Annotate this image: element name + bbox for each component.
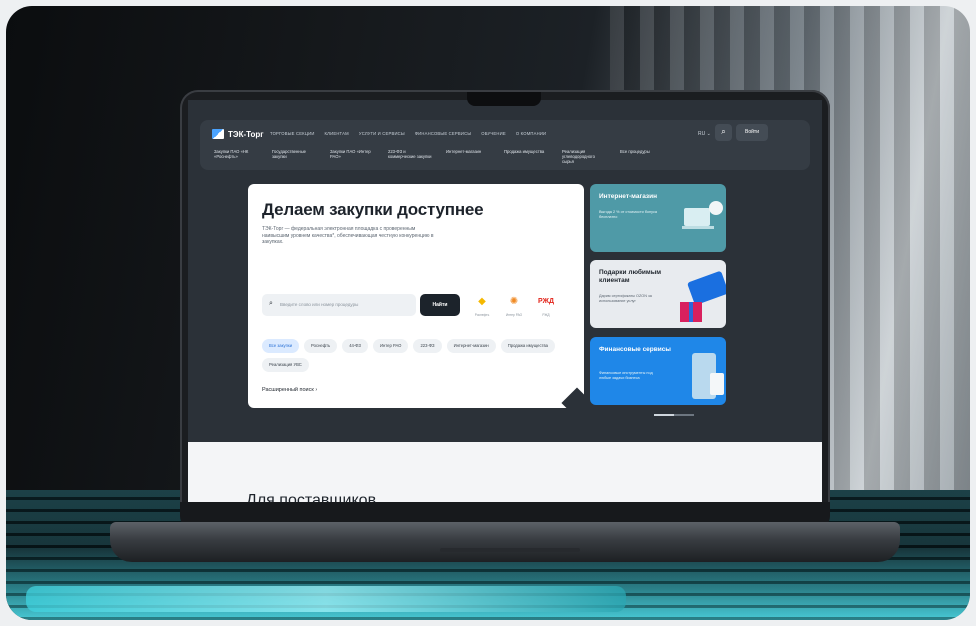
top-nav-item[interactable]: О компании — [516, 131, 546, 136]
card-subtitle: Дарим сертификаты OZON за использование … — [599, 294, 652, 303]
card-title: Интернет-магазин — [599, 193, 658, 200]
search-placeholder: Введите слово или номер процедуры — [280, 302, 359, 307]
advanced-search-link[interactable]: Расширенный поиск › — [262, 387, 317, 393]
chip[interactable]: 223-ФЗ — [413, 339, 442, 353]
search-input[interactable]: ⌕ Введите слово или номер процедуры — [262, 294, 416, 316]
sub-nav: Закупки ПАО «НК «Роснефть» Государственн… — [214, 149, 664, 164]
partner-inter-rao[interactable]: ✺ Интер РАО — [502, 294, 526, 317]
logo-text: ТЭК-Торг — [228, 129, 264, 139]
camera-notch — [467, 92, 541, 106]
top-nav-item[interactable]: Торговые секции — [270, 131, 315, 136]
laptop-screen: ТЭК-Торг Торговые секции Клиентам Услуги… — [188, 100, 822, 502]
partner-label: Роснефть — [474, 313, 490, 317]
chip-all[interactable]: Все закупки — [262, 339, 300, 353]
hero-description: ТЭК-Торг — федеральная электронная площа… — [262, 226, 434, 245]
chip[interactable]: 44-ФЗ — [342, 339, 368, 353]
card-subtitle: Выгода 2 % от стоимости бонуса бесплатно — [599, 210, 658, 219]
search-icon[interactable]: ⌕ — [715, 124, 732, 141]
promo-card-gifts[interactable]: Подарки любимым клиентам Дарим сертифика… — [590, 260, 726, 328]
laptop-base — [110, 522, 900, 562]
site-logo[interactable]: ТЭК-Торг — [212, 129, 264, 139]
card-title: Финансовые сервисы — [599, 346, 671, 353]
chip[interactable]: Роснефть — [304, 339, 338, 353]
chip[interactable]: Реализация УВС — [262, 358, 309, 372]
logo-icon — [212, 129, 224, 139]
find-button[interactable]: Найти — [420, 294, 460, 316]
filter-chips: Все закупки Роснефть 44-ФЗ Интер РАО 223… — [262, 339, 562, 372]
sub-nav-item[interactable]: Реализация углеводородного сырья — [562, 149, 606, 164]
rzd-logo-icon: РЖД — [538, 298, 554, 305]
promo-card-finance[interactable]: Финансовые сервисы Финансовые инструмент… — [590, 337, 726, 405]
chip[interactable]: Интернет-магазин — [446, 339, 496, 353]
sub-nav-item[interactable]: Закупки ПАО «Интер РАО» — [330, 149, 374, 164]
rosneft-logo-icon: ◆ — [478, 296, 486, 307]
hero-panel: Делаем закупки доступнее ТЭК-Торг — феде… — [248, 184, 584, 408]
lower-section: Для поставщиков — [188, 442, 822, 502]
sub-nav-item[interactable]: Продажа имущества — [504, 149, 548, 164]
sub-nav-item[interactable]: Все процедуры — [620, 149, 664, 164]
card-title: Подарки любимым клиентам — [599, 269, 662, 284]
server-illustration-icon — [692, 353, 724, 399]
partner-rosneft[interactable]: ◆ Роснефть — [470, 294, 494, 317]
laptop-hinge — [440, 548, 580, 552]
chip[interactable]: Продажа имущества — [500, 339, 555, 353]
partner-label: Интер РАО — [505, 313, 523, 317]
language-selector[interactable]: RU ⌄ — [698, 131, 711, 137]
top-nav-item[interactable]: Услуги и сервисы — [359, 131, 405, 136]
laptop-illustration-icon — [682, 201, 723, 229]
top-nav-item[interactable]: Финансовые сервисы — [415, 131, 471, 136]
partner-rzd[interactable]: РЖД РЖД — [534, 294, 558, 317]
top-nav-item[interactable]: Клиентам — [325, 131, 349, 136]
sub-nav-item[interactable]: Интернет-магазин — [446, 149, 490, 164]
top-nav-item[interactable]: Обучение — [481, 131, 506, 136]
inter-rao-logo-icon: ✺ — [509, 296, 519, 307]
sub-nav-item[interactable]: 223-ФЗ и коммерческие закупки — [388, 149, 432, 164]
top-nav: Торговые секции Клиентам Услуги и сервис… — [270, 131, 546, 136]
chip[interactable]: Интер РАО — [372, 339, 409, 353]
partner-label: РЖД — [542, 313, 550, 317]
floor-glow — [26, 586, 626, 612]
carousel-indicator[interactable] — [654, 414, 694, 416]
site-header: ТЭК-Торг Торговые секции Клиентам Услуги… — [200, 120, 810, 170]
section-title: Для поставщиков — [246, 492, 377, 502]
sub-nav-item[interactable]: Государственные закупки — [272, 149, 316, 164]
ozon-gift-illustration-icon — [680, 271, 726, 322]
hero-title: Делаем закупки доступнее — [262, 200, 484, 219]
promo-card-shop[interactable]: Интернет-магазин Выгода 2 % от стоимости… — [590, 184, 726, 252]
card-subtitle: Финансовые инструменты под любые задачи … — [599, 371, 653, 380]
search-icon: ⌕ — [269, 300, 273, 307]
login-button[interactable]: Войти — [736, 124, 768, 141]
sub-nav-item[interactable]: Закупки ПАО «НК «Роснефть» — [214, 149, 258, 164]
